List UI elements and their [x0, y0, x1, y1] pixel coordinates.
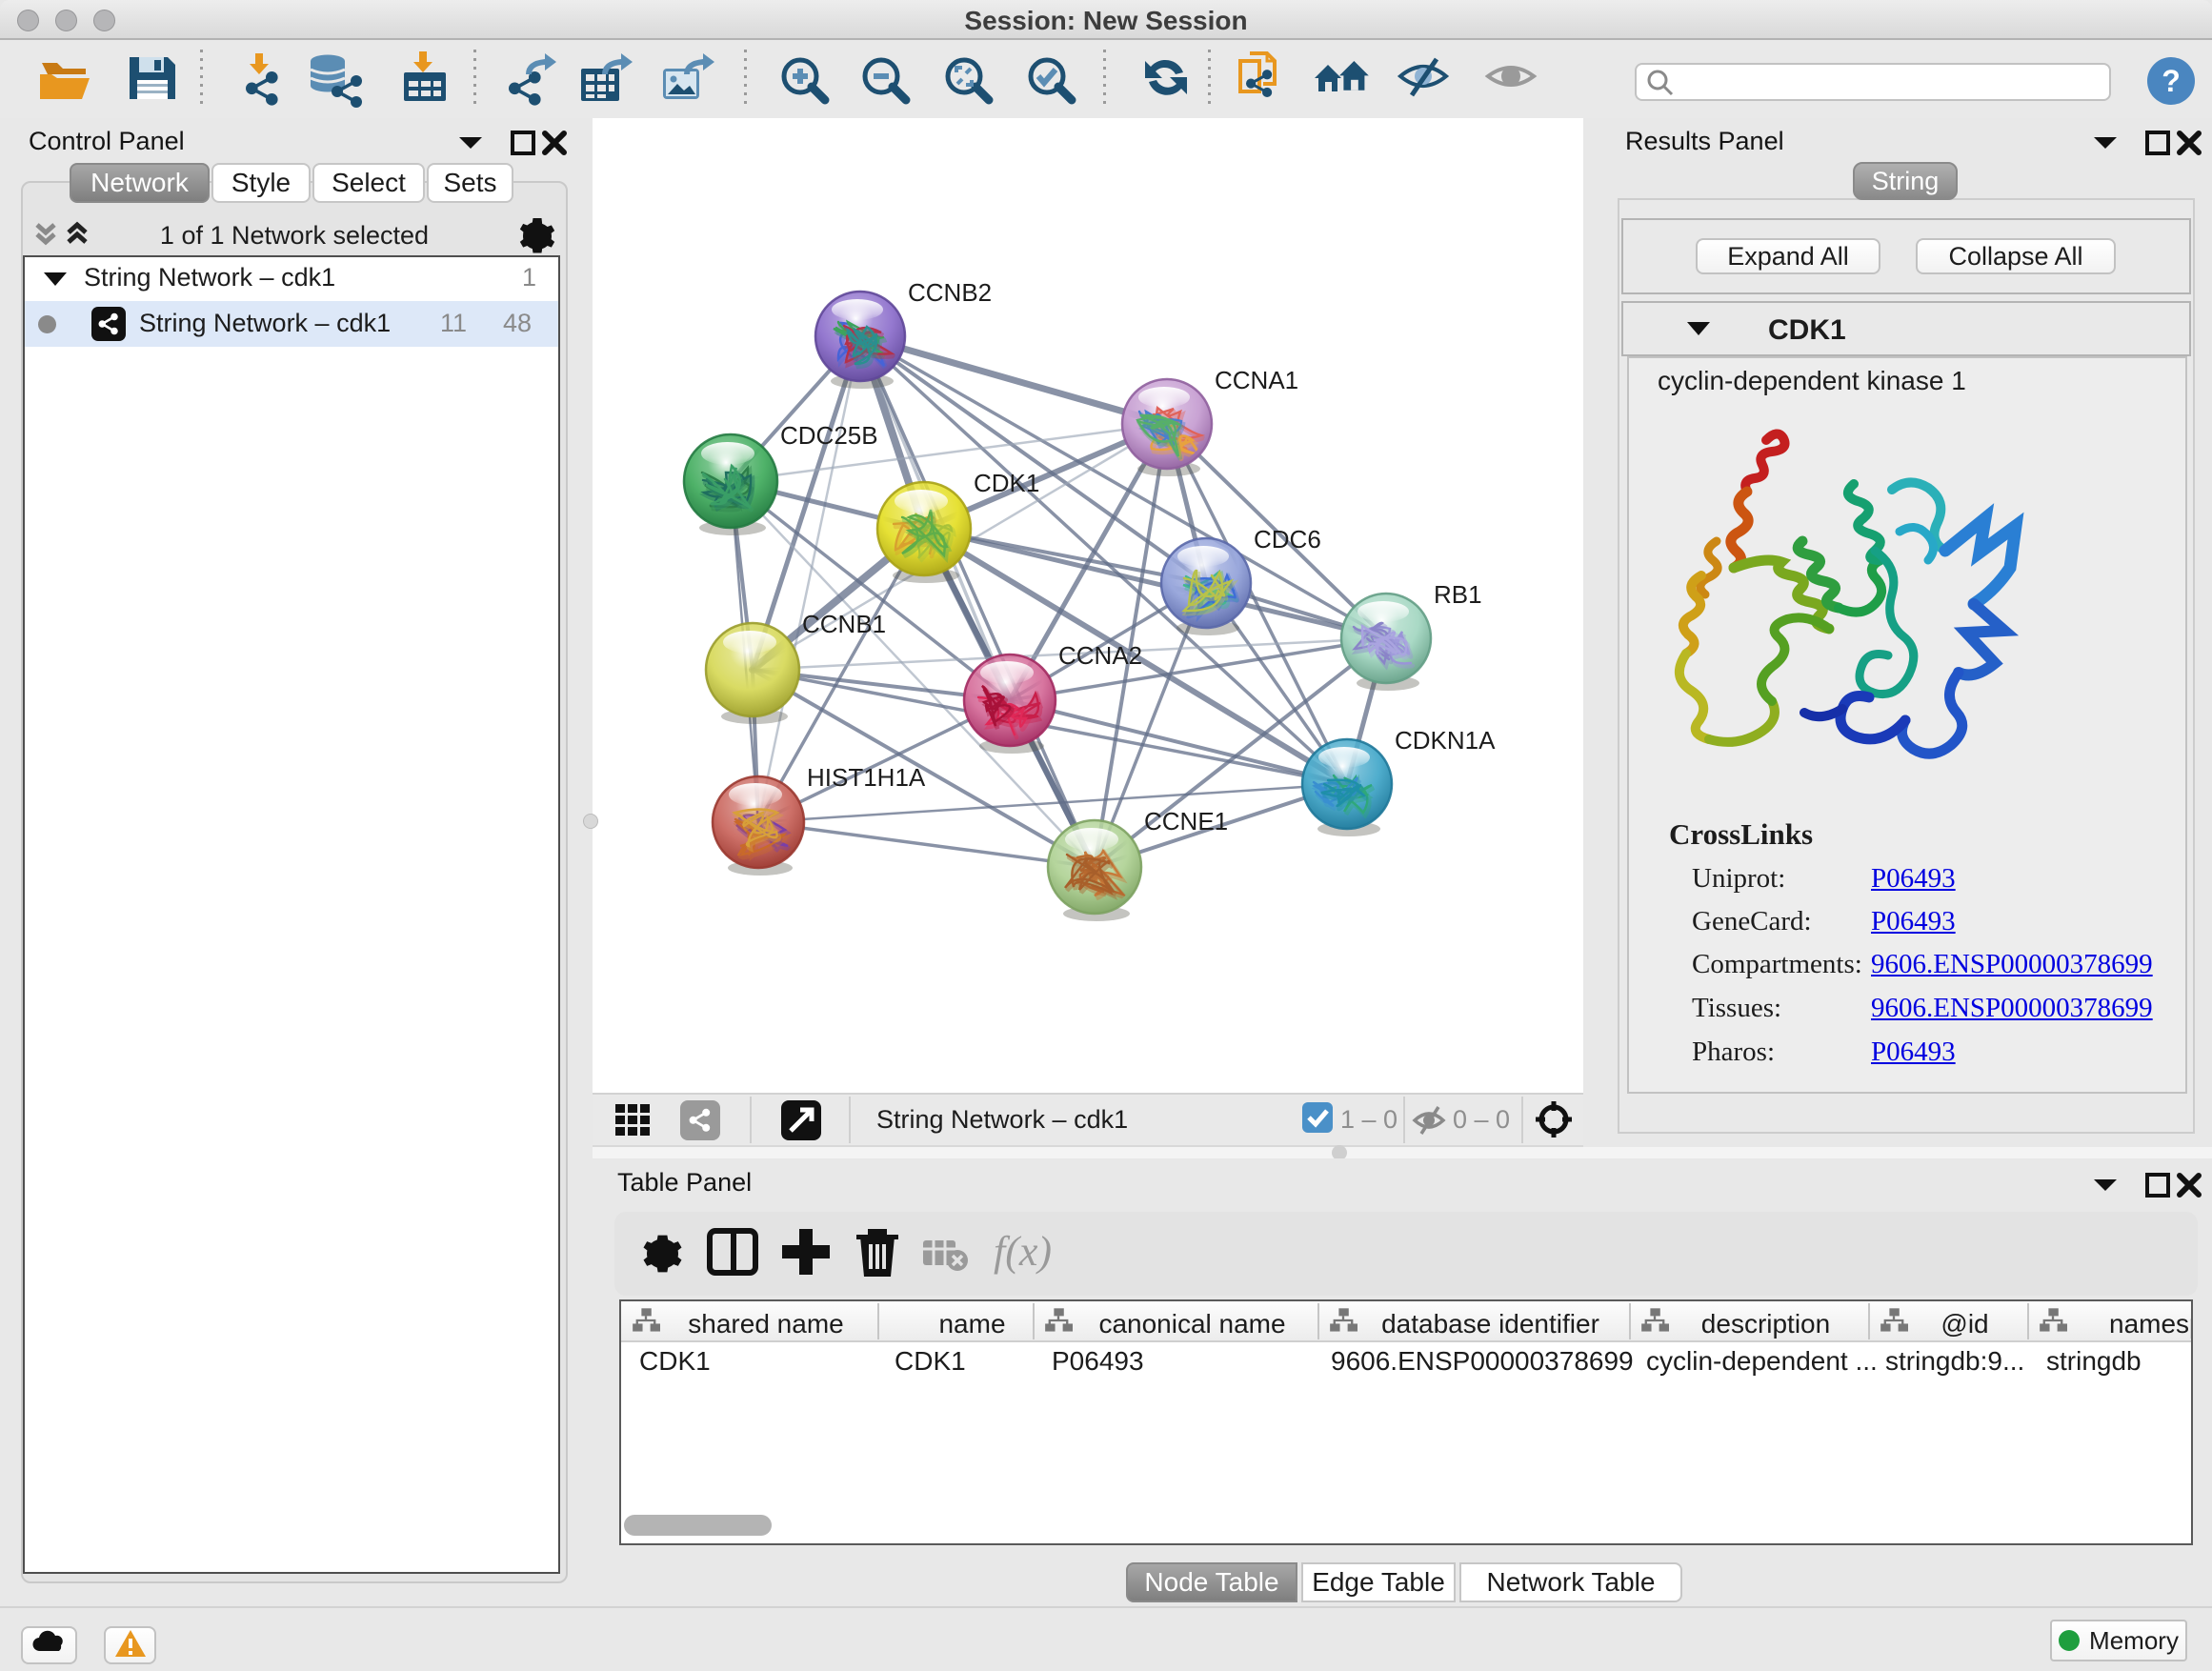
svg-text:CCNA1: CCNA1 [1215, 366, 1298, 394]
svg-text:CCNB2: CCNB2 [908, 278, 992, 307]
svg-text:CCNA2: CCNA2 [1058, 641, 1142, 670]
svg-text:f(x): f(x) [994, 1228, 1052, 1275]
svg-text:CDK1: CDK1 [974, 469, 1039, 497]
svg-text:CCNE1: CCNE1 [1144, 807, 1228, 836]
svg-text:HIST1H1A: HIST1H1A [807, 763, 926, 792]
svg-text:CDKN1A: CDKN1A [1395, 726, 1496, 755]
svg-text:CDC25B: CDC25B [780, 421, 878, 450]
svg-text:RB1: RB1 [1434, 580, 1482, 609]
svg-text:CDC6: CDC6 [1254, 525, 1321, 554]
svg-text:CCNB1: CCNB1 [802, 610, 886, 638]
